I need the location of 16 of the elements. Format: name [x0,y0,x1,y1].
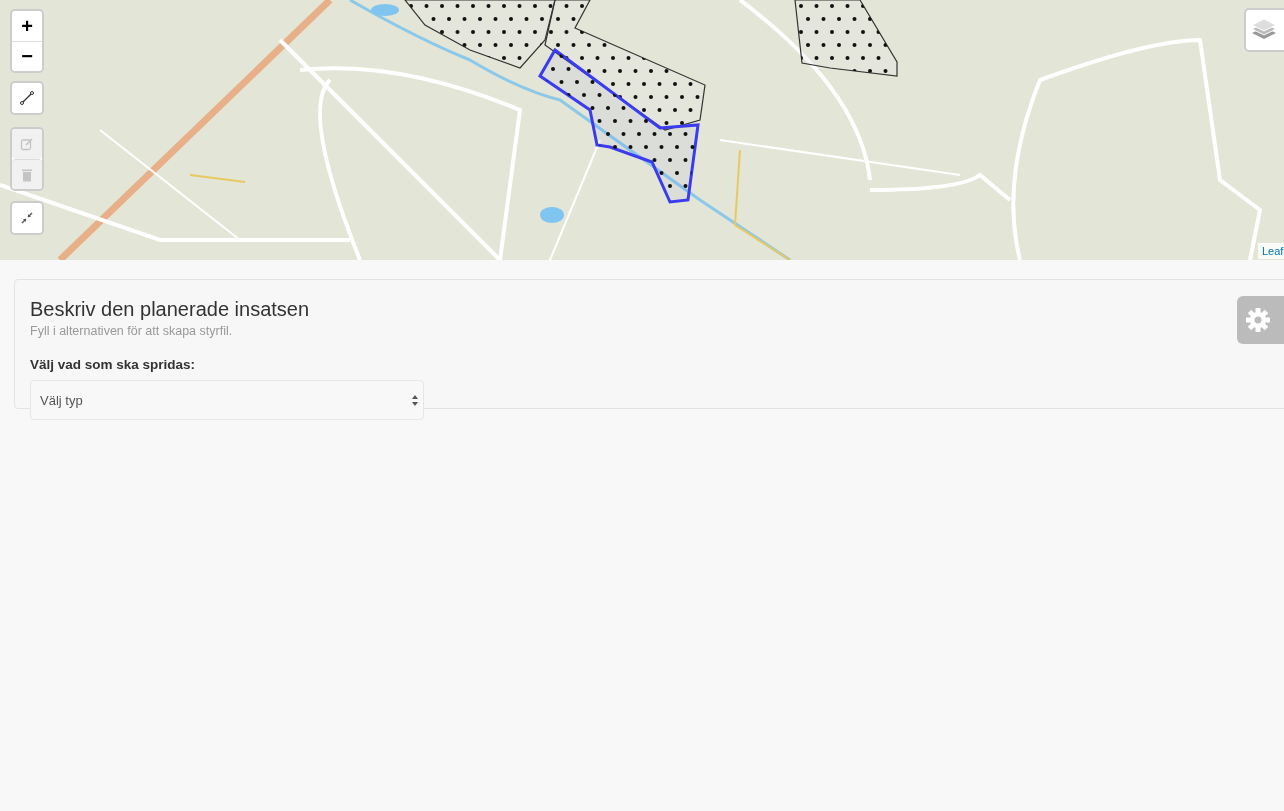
line-icon [20,91,34,105]
edit-icon [20,137,34,151]
field-polygon[interactable] [403,0,556,69]
select-label: Välj vad som ska spridas: [30,357,197,372]
field-polygon[interactable] [794,0,898,77]
zoom-out-button[interactable]: − [12,41,42,71]
line-tool-button[interactable] [12,83,42,113]
attribution-link[interactable]: Leaf [1258,243,1284,259]
type-select[interactable]: Välj typ [30,380,424,420]
trash-icon [20,167,34,182]
field-polygon[interactable] [538,47,700,204]
collapse-icon [20,211,34,225]
sort-arrows-icon [412,394,418,406]
layers-button[interactable] [1244,8,1284,52]
panel-subtitle: Fyll i alternativen för att skapa styrfil. [30,324,234,338]
panel-title: Beskriv den planerade insatsen [30,297,310,322]
